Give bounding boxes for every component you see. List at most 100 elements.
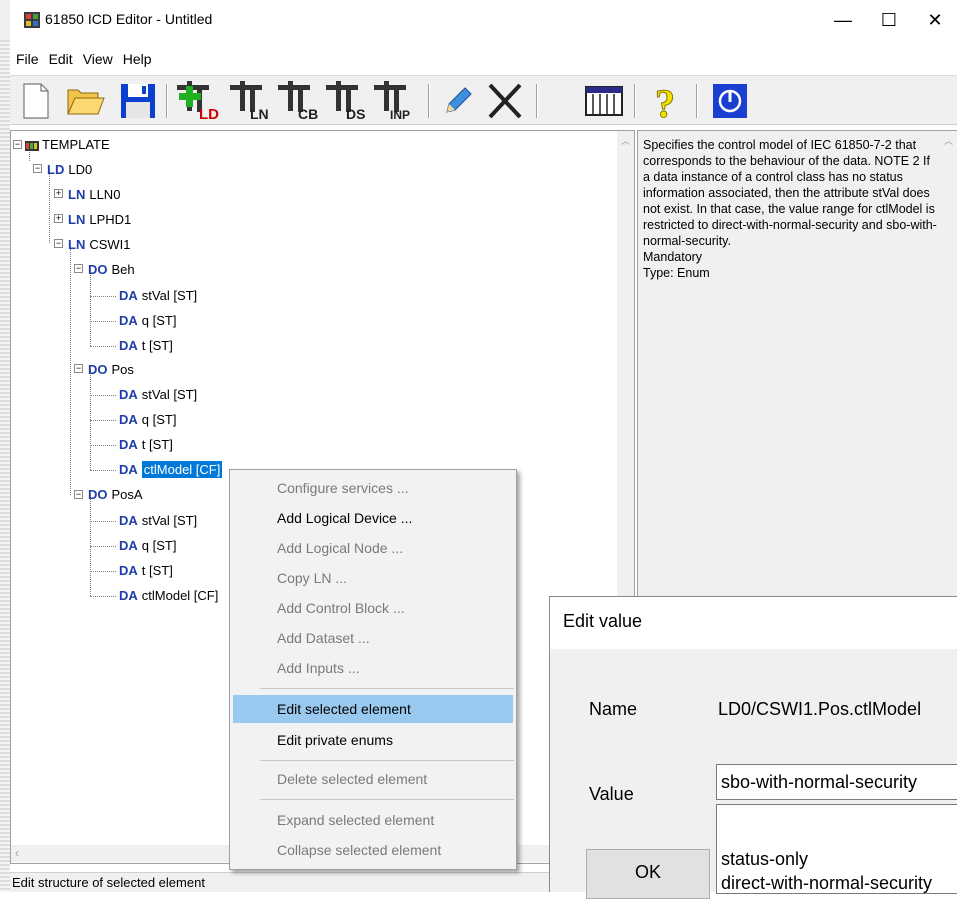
tree-connector: [90, 546, 116, 547]
tree-node-da[interactable]: DA q [ST]: [119, 536, 176, 556]
add-ld-button[interactable]: LD: [176, 80, 226, 122]
menu-separator: [260, 688, 514, 689]
tree-node-da[interactable]: DA q [ST]: [119, 311, 176, 331]
pencil-icon: [446, 87, 472, 113]
expand-icon[interactable]: +: [54, 189, 63, 198]
toolbar-separator: [634, 84, 636, 118]
tree-connector: [90, 470, 116, 471]
da-tag: DA: [119, 338, 138, 353]
tree-node-ln[interactable]: LN LPHD1: [68, 210, 131, 230]
tree-node-do[interactable]: DO PosA: [88, 485, 143, 505]
add-cb-button[interactable]: CB: [278, 80, 322, 122]
menu-view[interactable]: View: [78, 51, 118, 67]
help-button[interactable]: ?: [648, 80, 688, 122]
menu-help[interactable]: Help: [118, 51, 157, 67]
collapse-icon[interactable]: −: [74, 490, 83, 499]
toolbar-separator: [166, 84, 168, 118]
svg-text:INP: INP: [390, 108, 410, 121]
menu-edit-selected-element[interactable]: Edit selected element: [233, 695, 513, 723]
add-ln-button[interactable]: LN: [230, 80, 274, 122]
tree-node-da[interactable]: DA ctlModel [CF]: [119, 586, 218, 606]
add-ds-button[interactable]: DS: [326, 80, 370, 122]
tree-node-da[interactable]: DA stVal [ST]: [119, 385, 197, 405]
tree-node-label: LLN0: [89, 187, 121, 202]
option-direct-with-normal-security[interactable]: direct-with-normal-security: [721, 871, 957, 893]
menu-configure-services[interactable]: Configure services ...: [233, 474, 513, 502]
add-cb-icon: CB: [278, 81, 318, 121]
scroll-up-icon[interactable]: ︿: [944, 134, 953, 147]
save-button[interactable]: [118, 80, 158, 122]
menu-add-inputs[interactable]: Add Inputs ...: [233, 654, 513, 682]
menu-collapse-selected-element[interactable]: Collapse selected element: [233, 836, 513, 864]
new-file-icon: [23, 83, 49, 119]
delete-button[interactable]: [484, 80, 526, 122]
question-icon: ?: [655, 81, 676, 121]
tree-root-label: TEMPLATE: [42, 137, 110, 152]
description-text: Specifies the control model of IEC 61850…: [643, 137, 938, 281]
menu-add-control-block[interactable]: Add Control Block ...: [233, 594, 513, 622]
menu-copy-ln[interactable]: Copy LN ...: [233, 564, 513, 592]
close-button[interactable]: ✕: [912, 0, 957, 40]
toolbar-separator: [536, 84, 538, 118]
ln-tag: LN: [68, 212, 86, 227]
tree-node-label: stVal [ST]: [141, 513, 198, 528]
tree-node-da[interactable]: DA q [ST]: [119, 410, 176, 430]
power-icon: [713, 84, 747, 118]
menu-separator: [260, 760, 514, 761]
menu-file[interactable]: File: [10, 51, 44, 67]
collapse-icon[interactable]: −: [54, 239, 63, 248]
collapse-icon[interactable]: −: [33, 164, 42, 173]
tree-root[interactable]: TEMPLATE: [25, 135, 110, 155]
tree-node-ld[interactable]: LD LD0: [47, 160, 92, 180]
tree-node-da-selected[interactable]: DA ctlModel [CF]: [119, 460, 223, 480]
title-bar: 61850 ICD Editor - Untitled — ☐ ✕: [0, 0, 957, 40]
cross-icon: [488, 83, 522, 119]
menu-edit[interactable]: Edit: [44, 51, 78, 67]
exit-button[interactable]: [710, 80, 750, 122]
option-status-only[interactable]: status-only: [721, 847, 957, 871]
tree-node-label: q [ST]: [141, 313, 177, 328]
maximize-button[interactable]: ☐: [866, 0, 912, 40]
menu-delete-selected-element[interactable]: Delete selected element: [233, 765, 513, 793]
new-button[interactable]: [18, 80, 54, 122]
value-options-list[interactable]: status-only direct-with-normal-security: [716, 804, 957, 894]
open-folder-icon: [67, 89, 105, 115]
tree-node-label: q [ST]: [141, 412, 177, 427]
tree-node-da[interactable]: DA t [ST]: [119, 561, 173, 581]
description-type: Type: Enum: [643, 266, 710, 280]
tree-node-ln[interactable]: LN LLN0: [68, 185, 120, 205]
tree-connector: [49, 169, 50, 243]
tree-node-label: Pos: [111, 362, 134, 377]
scroll-left-icon[interactable]: ‹: [15, 846, 19, 860]
menu-add-logical-node[interactable]: Add Logical Node ...: [233, 534, 513, 562]
menu-add-dataset[interactable]: Add Dataset ...: [233, 624, 513, 652]
tree-node-label: CSWI1: [89, 237, 131, 252]
tree-node-da[interactable]: DA stVal [ST]: [119, 511, 197, 531]
collapse-icon[interactable]: −: [74, 364, 83, 373]
expand-icon[interactable]: +: [54, 214, 63, 223]
menu-edit-private-enums[interactable]: Edit private enums: [233, 726, 513, 754]
value-combobox[interactable]: sbo-with-normal-security: [716, 764, 957, 800]
add-inputs-icon: INP: [374, 81, 410, 121]
tree-node-da[interactable]: DA t [ST]: [119, 435, 173, 455]
add-ln-icon: LN: [230, 81, 269, 121]
tree-node-do[interactable]: DO Pos: [88, 360, 134, 380]
menu-add-logical-device[interactable]: Add Logical Device ...: [233, 504, 513, 532]
edit-button[interactable]: [438, 80, 478, 122]
tree-node-do[interactable]: DO Beh: [88, 260, 135, 280]
ln-tag: LN: [68, 237, 86, 252]
tree-connector: [90, 346, 116, 347]
tree-node-ln[interactable]: LN CSWI1: [68, 235, 131, 255]
collapse-icon[interactable]: −: [13, 140, 22, 149]
add-inputs-button[interactable]: INP: [374, 80, 422, 122]
table-button[interactable]: [582, 80, 626, 122]
collapse-icon[interactable]: −: [74, 264, 83, 273]
menu-expand-selected-element[interactable]: Expand selected element: [233, 806, 513, 834]
menu-separator: [260, 799, 514, 800]
open-button[interactable]: [66, 80, 106, 122]
tree-node-da[interactable]: DA stVal [ST]: [119, 286, 197, 306]
minimize-button[interactable]: —: [820, 0, 866, 40]
scroll-up-icon[interactable]: ︿: [621, 134, 630, 147]
tree-node-da[interactable]: DA t [ST]: [119, 336, 173, 356]
description-body: Specifies the control model of IEC 61850…: [643, 138, 937, 248]
